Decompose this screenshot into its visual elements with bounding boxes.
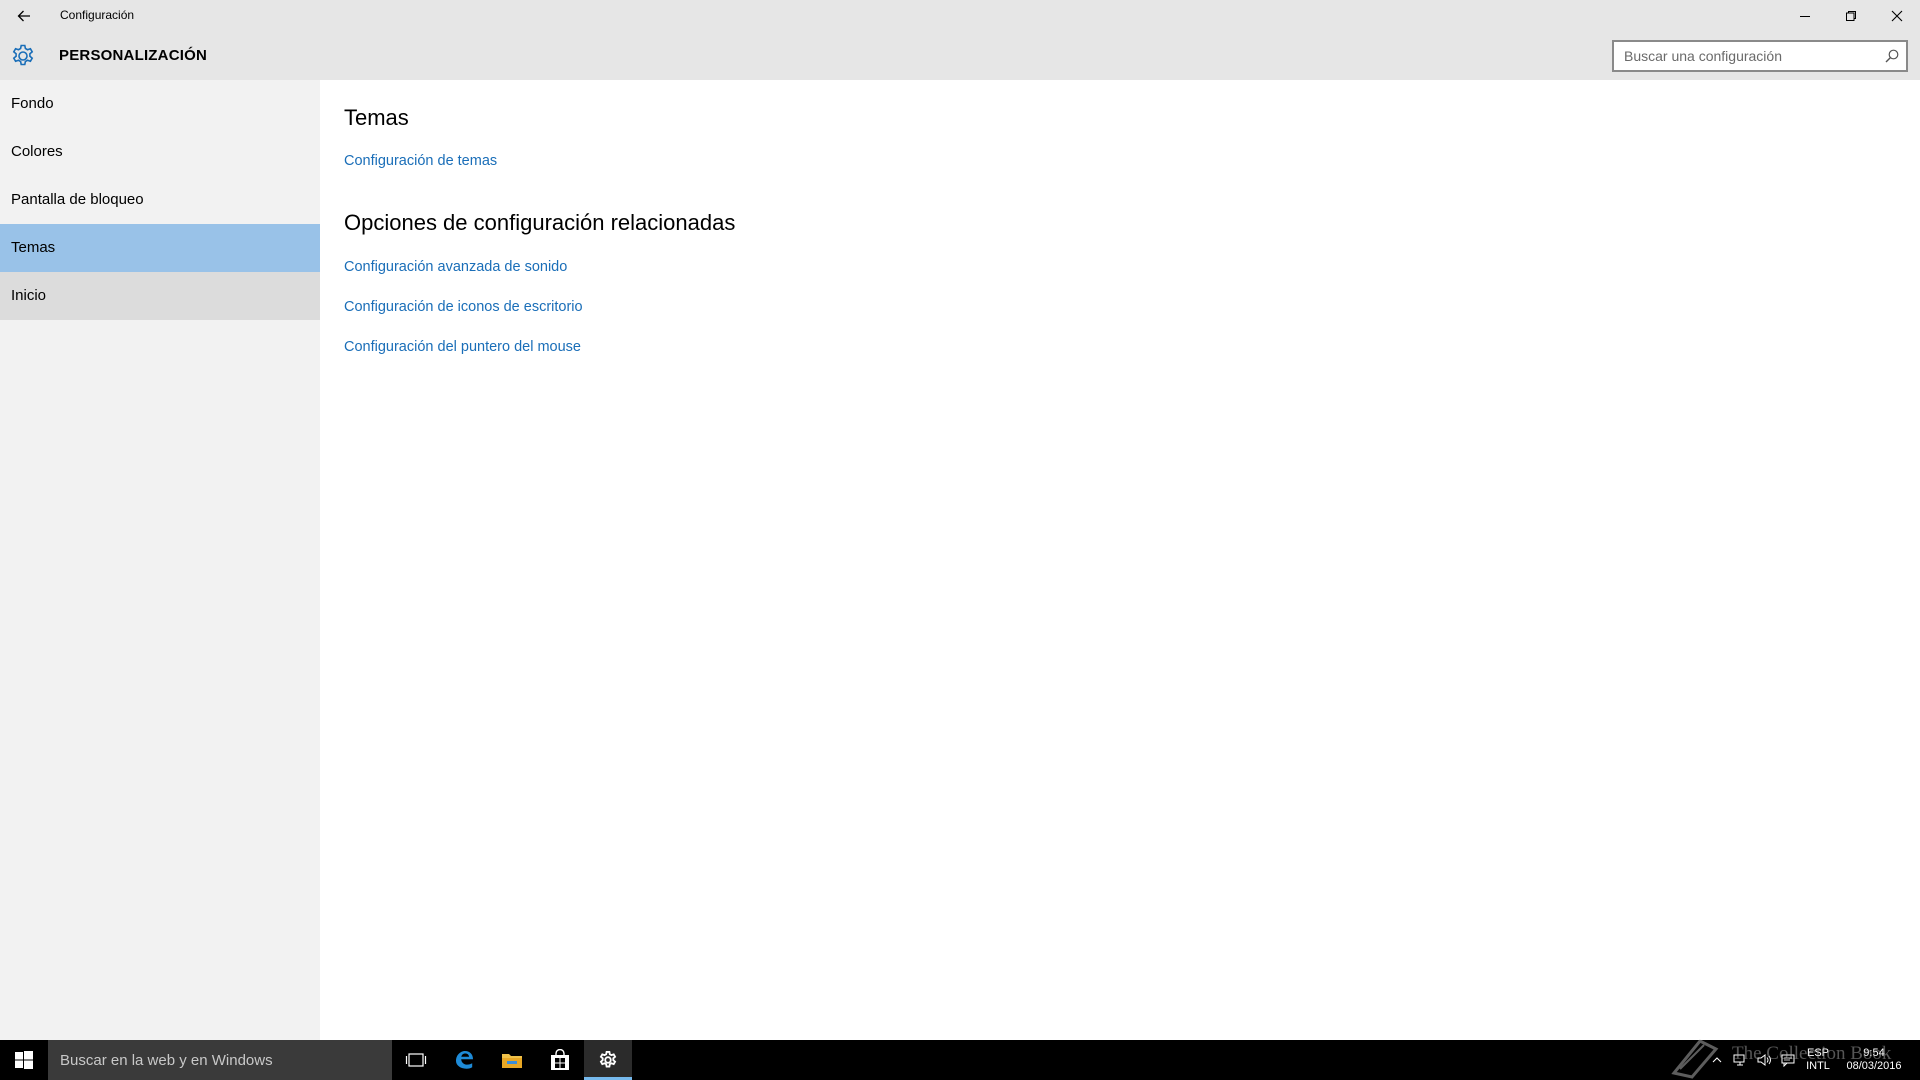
settings-header: PERSONALIZACIÓN [0, 31, 1920, 80]
volume-icon[interactable] [1752, 1040, 1776, 1080]
sidebar-nav: Fondo Colores Pantalla de bloqueo Temas … [0, 80, 320, 1040]
language-code: ESP [1806, 1047, 1829, 1059]
store-icon[interactable] [536, 1040, 584, 1080]
sidebar-item-colores[interactable]: Colores [0, 128, 320, 176]
task-view-icon[interactable] [392, 1040, 440, 1080]
link-iconos-escritorio[interactable]: Configuración de iconos de escritorio [344, 299, 583, 315]
gear-icon [10, 43, 36, 69]
sidebar-item-pantalla-de-bloqueo[interactable]: Pantalla de bloqueo [0, 176, 320, 224]
minimize-icon[interactable] [1782, 0, 1828, 31]
page-title: PERSONALIZACIÓN [59, 47, 208, 64]
link-sonido-avanzado[interactable]: Configuración avanzada de sonido [344, 259, 567, 275]
taskbar-search-placeholder: Buscar en la web y en Windows [60, 1052, 273, 1069]
window-title: Configuración [60, 8, 135, 22]
link-configuracion-de-temas[interactable]: Configuración de temas [344, 153, 497, 169]
main-content: Temas Configuración de temas Opciones de… [320, 80, 1920, 1040]
close-icon[interactable] [1874, 0, 1920, 31]
keyboard-layout: INTL [1806, 1060, 1830, 1072]
file-explorer-icon[interactable] [488, 1040, 536, 1080]
section-title-temas: Temas [344, 105, 409, 130]
section-title-related: Opciones de configuración relacionadas [344, 210, 736, 235]
back-arrow-icon[interactable] [10, 4, 38, 28]
clock-time: 9:54 [1863, 1047, 1885, 1059]
sidebar-item-temas[interactable]: Temas [0, 224, 320, 272]
start-windows-icon[interactable] [0, 1040, 48, 1080]
link-puntero-mouse[interactable]: Configuración del puntero del mouse [344, 339, 581, 355]
clock[interactable]: 9:54 08/03/2016 [1836, 1040, 1912, 1080]
clock-date: 08/03/2016 [1846, 1060, 1902, 1072]
title-bar: Configuración [0, 0, 1920, 31]
sidebar-item-inicio[interactable]: Inicio [0, 272, 320, 320]
taskbar: Buscar en la web y en Windows ESP INTL 9… [0, 1040, 1920, 1080]
language-indicator[interactable]: ESP INTL [1800, 1040, 1836, 1080]
restore-icon[interactable] [1828, 0, 1874, 31]
settings-icon[interactable] [584, 1040, 632, 1080]
edge-icon[interactable] [440, 1040, 488, 1080]
sidebar-item-fondo[interactable]: Fondo [0, 80, 320, 128]
chevron-up-icon[interactable] [1706, 1040, 1728, 1080]
action-center-icon[interactable] [1776, 1040, 1800, 1080]
network-icon[interactable] [1728, 1040, 1752, 1080]
settings-search-box[interactable] [1612, 40, 1908, 72]
taskbar-search-box[interactable]: Buscar en la web y en Windows [48, 1040, 392, 1080]
search-icon[interactable] [1884, 48, 1900, 64]
settings-search-input[interactable] [1614, 42, 1874, 70]
